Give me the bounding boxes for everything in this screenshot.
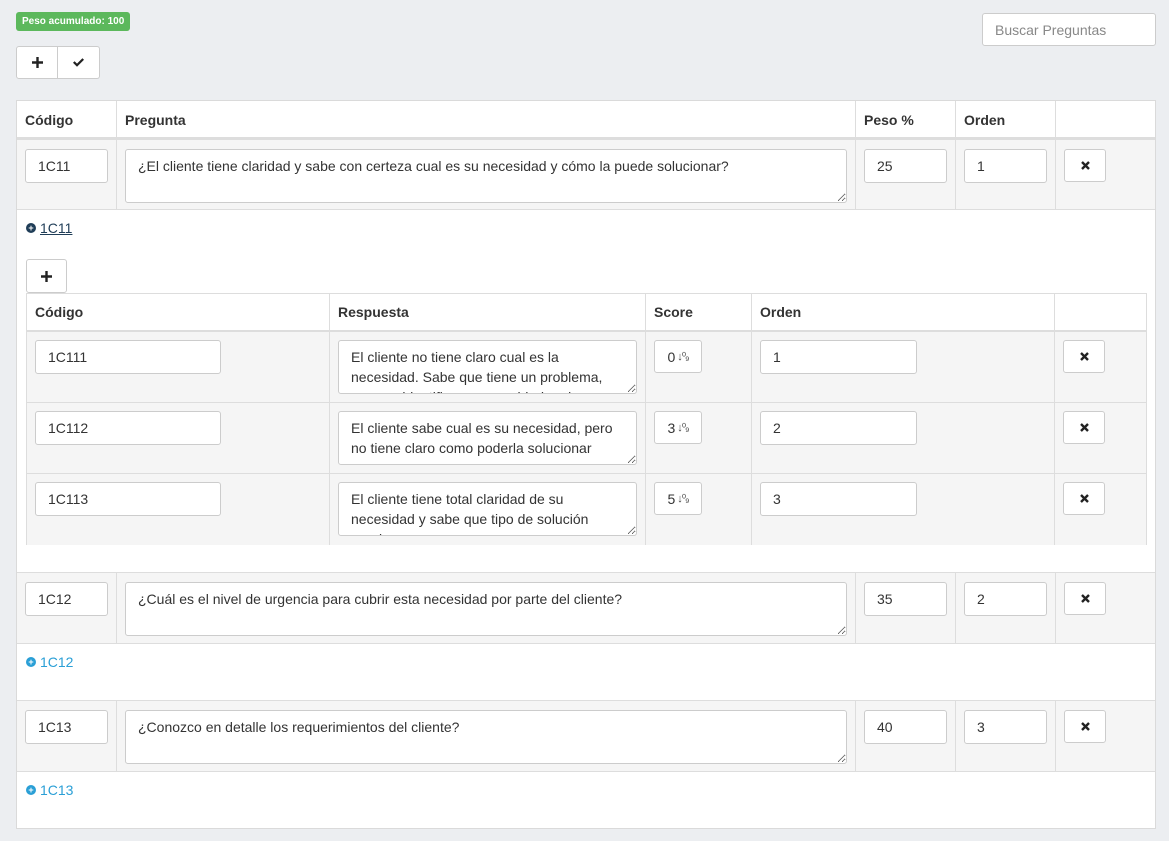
- header-question: Pregunta: [125, 112, 186, 128]
- sort-numeric-icon: ↓⁰₉: [677, 422, 689, 434]
- header-order: Orden: [964, 112, 1006, 128]
- answer-score[interactable]: 3 ↓⁰₉: [654, 411, 702, 444]
- answer-score-value: 3: [667, 419, 676, 436]
- header-answer-order: Orden: [760, 304, 802, 320]
- header-score: Score: [654, 304, 693, 320]
- delete-question-button[interactable]: [1064, 149, 1106, 182]
- answer-score[interactable]: 0 ↓⁰₉: [654, 340, 702, 373]
- delete-answer-button[interactable]: [1063, 482, 1105, 515]
- close-icon: [1079, 494, 1089, 503]
- delete-question-button[interactable]: [1064, 710, 1106, 743]
- close-icon: [1080, 161, 1090, 170]
- toggle-answers-link[interactable]: + 1C12: [26, 654, 73, 670]
- answers-table-header: Código Respuesta Score Orden: [27, 294, 1146, 332]
- question-text-input[interactable]: ¿Cuál es el nivel de urgencia para cubri…: [125, 582, 847, 636]
- accumulated-weight-badge: Peso acumulado: 100: [16, 12, 131, 31]
- question-order-input[interactable]: [964, 582, 1047, 616]
- answer-code-input[interactable]: [35, 482, 221, 516]
- close-icon: [1079, 352, 1089, 361]
- toggle-answers-link[interactable]: + 1C13: [26, 782, 73, 798]
- question-code-input[interactable]: [25, 710, 108, 744]
- answer-row: El cliente no tiene claro cual es la nec…: [27, 332, 1146, 403]
- delete-answer-button[interactable]: [1063, 340, 1105, 373]
- header-answer-code: Código: [35, 304, 84, 320]
- add-answer-button[interactable]: [26, 259, 67, 293]
- question-weight-input[interactable]: [864, 149, 947, 183]
- answer-text-input[interactable]: El cliente tiene total claridad de su ne…: [338, 482, 637, 536]
- toggle-answers-label: 1C13: [40, 782, 74, 798]
- answer-code-input[interactable]: [35, 340, 221, 374]
- close-icon: [1079, 423, 1089, 432]
- answer-row: El cliente sabe cual es su necesidad, pe…: [27, 403, 1146, 474]
- answer-score-value: 0: [667, 348, 676, 365]
- question-row: ¿El cliente tiene claridad y sabe con ce…: [17, 139, 1155, 210]
- question-code-input[interactable]: [25, 149, 108, 183]
- question-text-input[interactable]: ¿El cliente tiene claridad y sabe con ce…: [125, 149, 847, 203]
- plus-icon: [31, 57, 43, 68]
- close-icon: [1080, 722, 1090, 731]
- toggle-answers-label: 1C11: [40, 220, 73, 236]
- plus-icon: [41, 270, 52, 282]
- header-weight: Peso %: [864, 112, 914, 128]
- question-weight-input[interactable]: [864, 710, 947, 744]
- plus-circle-icon: +: [26, 657, 36, 667]
- answer-order-input[interactable]: [760, 340, 917, 374]
- delete-answer-button[interactable]: [1063, 411, 1105, 444]
- close-icon: [1080, 594, 1090, 603]
- header-code: Código: [25, 112, 74, 128]
- questions-table-header: Código Pregunta Peso % Orden: [17, 101, 1155, 139]
- question-row: ¿Conozco en detalle los requerimientos d…: [17, 700, 1155, 772]
- sort-numeric-icon: ↓⁰₉: [677, 351, 689, 363]
- sort-numeric-icon: ↓⁰₉: [677, 493, 689, 505]
- plus-circle-icon: +: [26, 785, 36, 795]
- plus-circle-icon: +: [26, 223, 36, 233]
- add-question-button[interactable]: [16, 46, 58, 79]
- question-code-input[interactable]: [25, 582, 108, 616]
- question-row: ¿Cuál es el nivel de urgencia para cubri…: [17, 572, 1155, 644]
- delete-question-button[interactable]: [1064, 582, 1106, 615]
- questions-table: Código Pregunta Peso % Orden ¿El cliente…: [16, 100, 1156, 829]
- question-weight-input[interactable]: [864, 582, 947, 616]
- answer-text-input[interactable]: El cliente sabe cual es su necesidad, pe…: [338, 411, 637, 465]
- check-icon: [73, 58, 84, 67]
- answer-code-input[interactable]: [35, 411, 221, 445]
- answer-score-value: 5: [667, 490, 676, 507]
- save-button[interactable]: [58, 46, 100, 79]
- question-order-input[interactable]: [964, 710, 1047, 744]
- question-order-input[interactable]: [964, 149, 1047, 183]
- answer-order-input[interactable]: [760, 482, 917, 516]
- header-answer: Respuesta: [338, 304, 409, 320]
- toggle-answers-label: 1C12: [40, 654, 74, 670]
- answer-row: El cliente tiene total claridad de su ne…: [27, 474, 1146, 545]
- question-text-input[interactable]: ¿Conozco en detalle los requerimientos d…: [125, 710, 847, 764]
- answer-score[interactable]: 5 ↓⁰₉: [654, 482, 702, 515]
- answers-table: Código Respuesta Score Orden El cliente …: [26, 293, 1147, 545]
- answer-order-input[interactable]: [760, 411, 917, 445]
- toggle-answers-link[interactable]: + 1C11: [26, 220, 72, 236]
- search-questions-input[interactable]: [982, 13, 1156, 46]
- answer-text-input[interactable]: El cliente no tiene claro cual es la nec…: [338, 340, 637, 394]
- toolbar-button-group: [16, 46, 100, 79]
